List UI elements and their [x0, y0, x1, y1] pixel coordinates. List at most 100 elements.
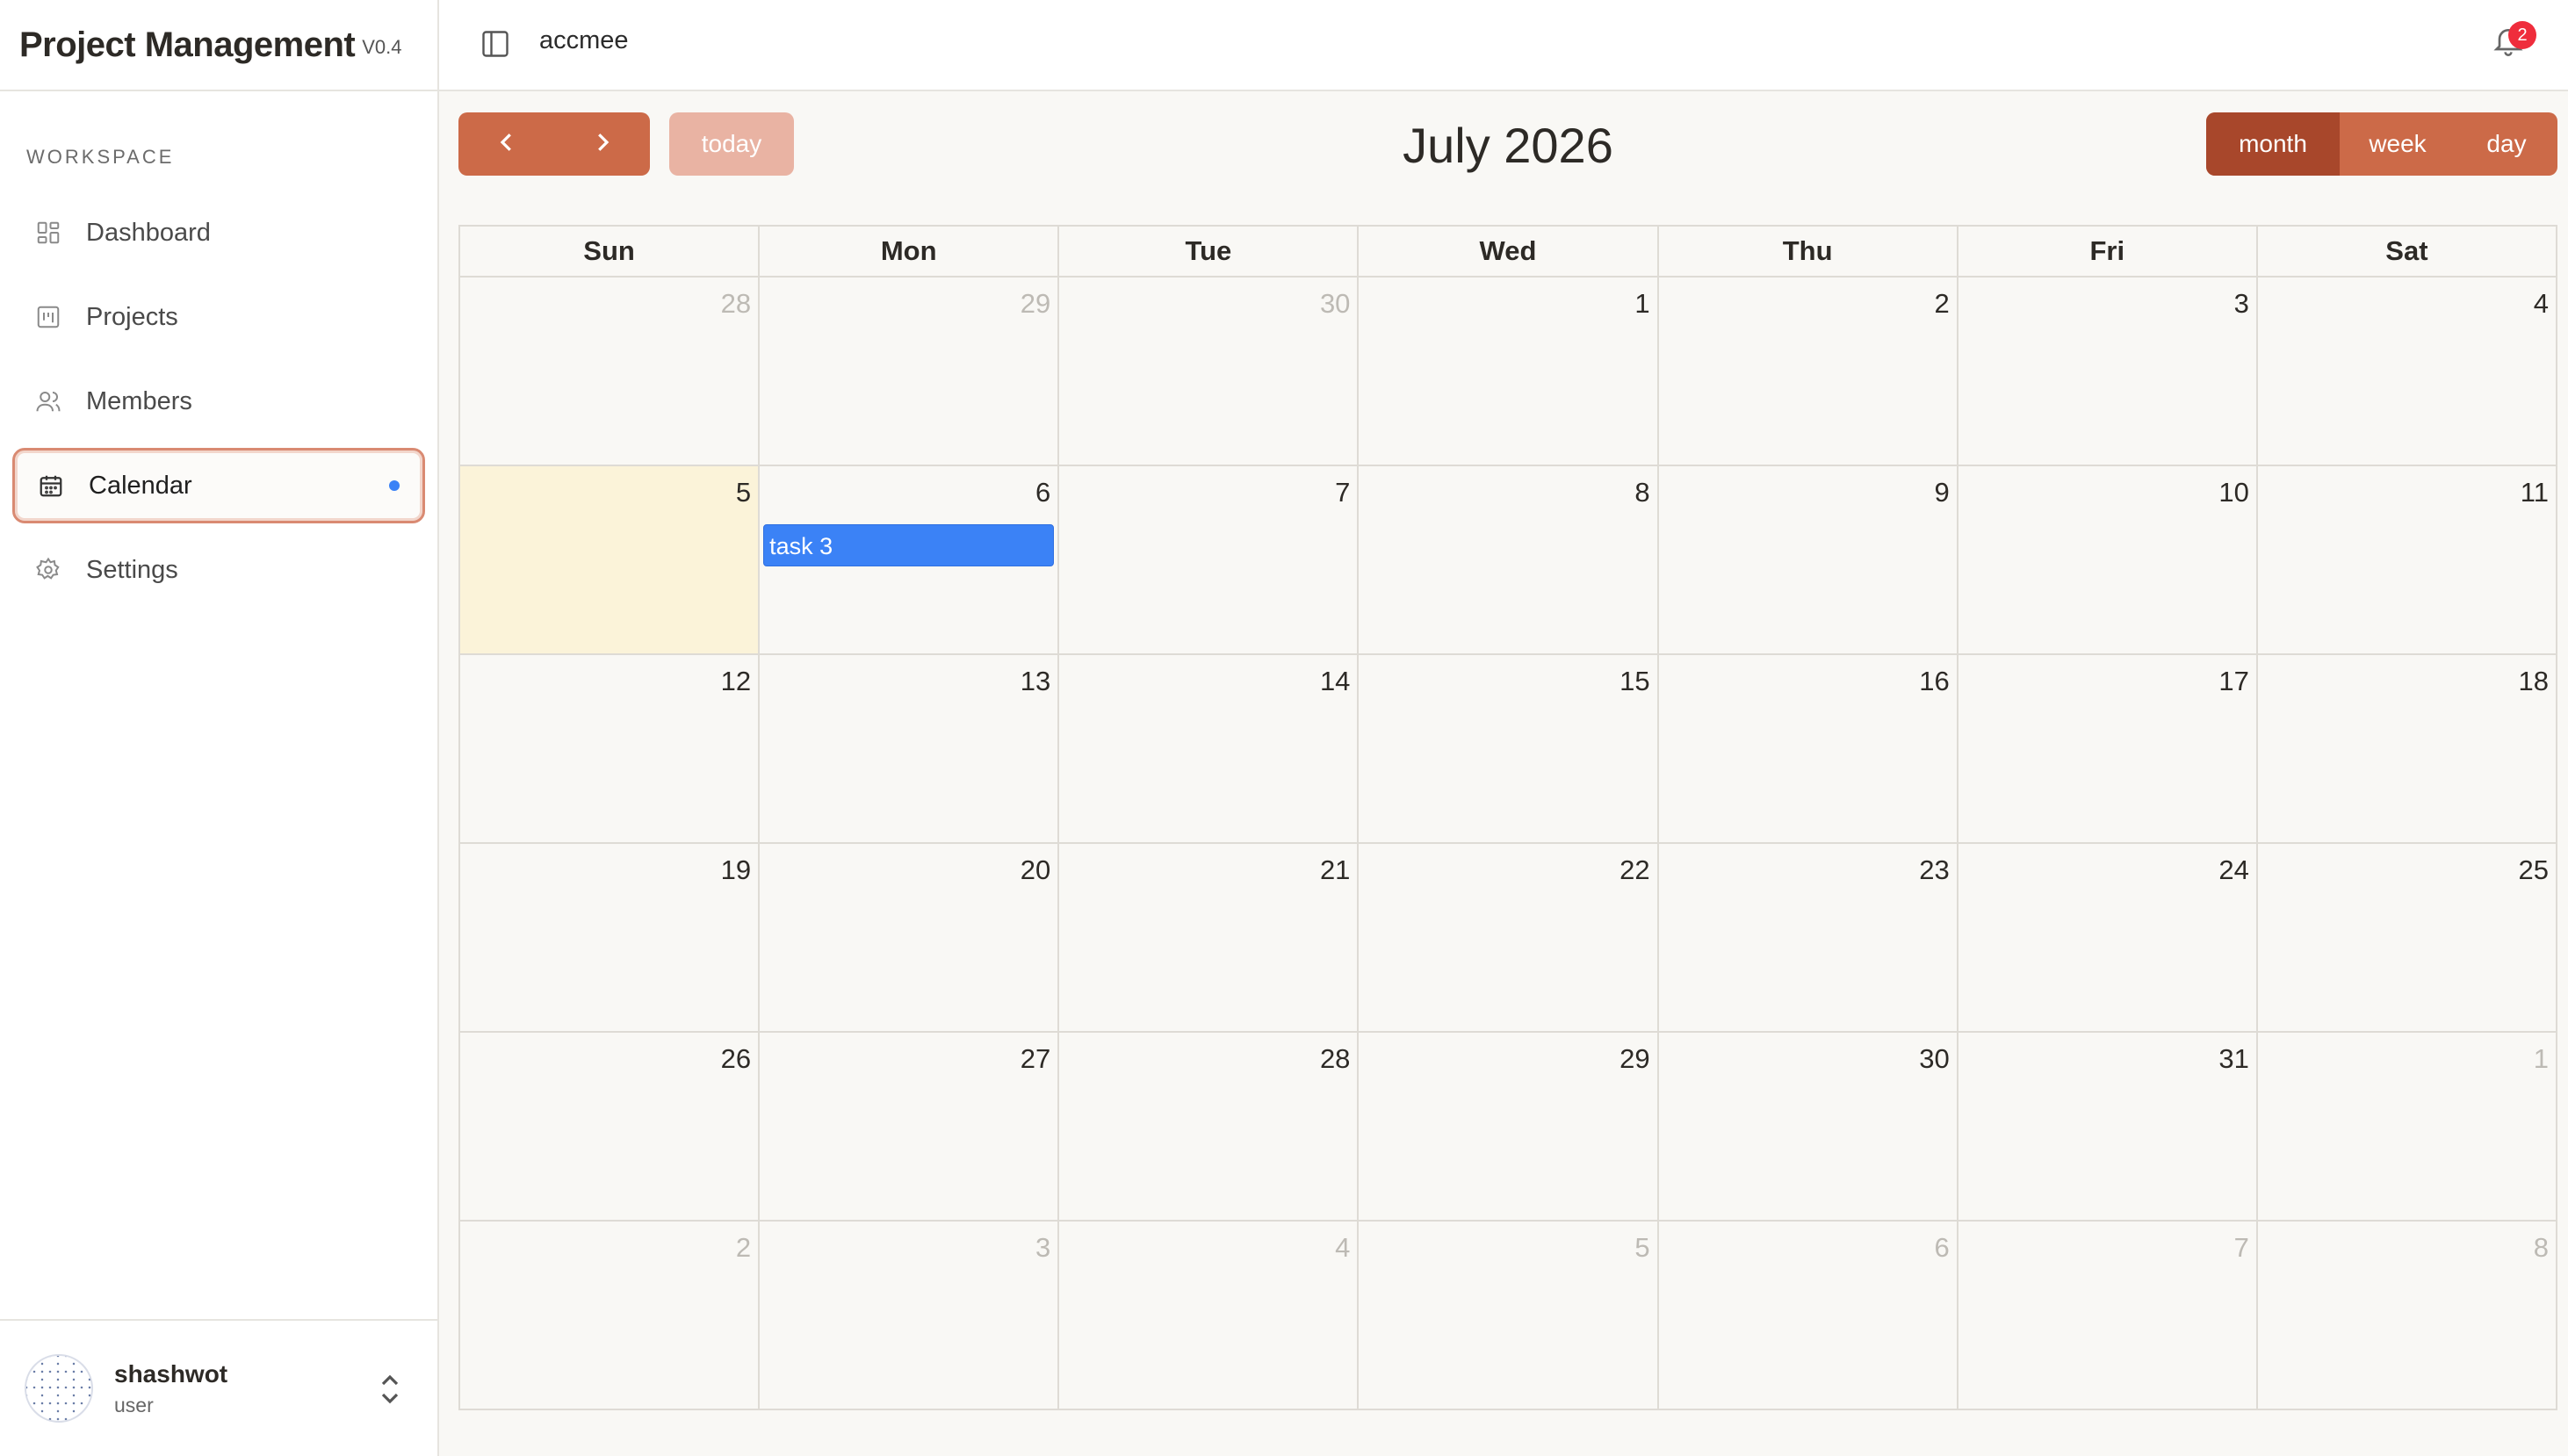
calendar-month-grid: Sun Mon Tue Wed Thu Fri Sat 28 29 30 1 2… — [458, 225, 2557, 1410]
week-row: 28 29 30 1 2 3 4 — [460, 278, 2556, 466]
week-row: 12 13 14 15 16 17 18 — [460, 655, 2556, 844]
day-cell[interactable]: 15 — [1359, 655, 1659, 842]
day-cell[interactable]: 3 — [760, 1222, 1060, 1410]
day-cell[interactable]: 11 — [2258, 466, 2556, 653]
day-number: 10 — [2218, 477, 2249, 508]
sidebar-item-label: Settings — [86, 555, 178, 584]
next-button[interactable] — [554, 112, 650, 176]
weekday-header: Thu — [1659, 227, 1958, 276]
day-number: 5 — [1634, 1232, 1650, 1263]
day-cell[interactable]: 4 — [1059, 1222, 1360, 1410]
day-number: 15 — [1619, 666, 1650, 696]
day-cell[interactable]: 27 — [760, 1033, 1060, 1220]
user-role: user — [114, 1393, 154, 1416]
day-number: 11 — [2520, 477, 2549, 508]
today-button[interactable]: today — [669, 112, 794, 176]
day-number: 25 — [2518, 854, 2549, 885]
day-cell[interactable]: 28 — [1059, 1033, 1360, 1220]
week-row: 2 3 4 5 6 7 8 — [460, 1222, 2556, 1410]
sidebar-toggle-icon[interactable] — [480, 28, 511, 60]
day-cell[interactable]: 8 — [2258, 1222, 2556, 1410]
day-cell[interactable]: 10 — [1958, 466, 2258, 653]
day-cell[interactable]: 7 — [1958, 1222, 2258, 1410]
day-cell[interactable]: 16 — [1659, 655, 1958, 842]
day-cell[interactable]: 28 — [460, 278, 761, 465]
day-number: 28 — [1319, 1043, 1351, 1074]
day-cell[interactable]: 31 — [1958, 1033, 2258, 1220]
day-cell[interactable]: 12 — [460, 655, 761, 842]
view-day-button[interactable]: day — [2456, 112, 2557, 176]
calendar-icon — [38, 472, 64, 499]
sidebar-item-label: Dashboard — [86, 218, 211, 247]
day-number: 6 — [1035, 477, 1051, 508]
day-cell[interactable]: 20 — [760, 844, 1060, 1031]
active-indicator-dot — [389, 480, 400, 491]
sidebar-item-settings[interactable]: Settings — [12, 532, 425, 608]
day-number: 27 — [1020, 1043, 1051, 1074]
day-number: 5 — [735, 477, 752, 508]
day-cell[interactable]: 5 — [1359, 1222, 1659, 1410]
day-cell[interactable]: 8 — [1359, 466, 1659, 653]
day-cell[interactable]: 29 — [1359, 1033, 1659, 1220]
prev-button[interactable] — [458, 112, 554, 176]
day-cell[interactable]: 4 — [2258, 278, 2556, 465]
calendar-toolbar: July 2026 today month week day — [458, 112, 2557, 177]
weekday-header: Wed — [1359, 227, 1659, 276]
user-info: shashwot user — [114, 1360, 227, 1417]
day-cell[interactable]: 21 — [1059, 844, 1360, 1031]
sidebar-item-label: Projects — [86, 302, 178, 331]
sidebar-item-projects[interactable]: Projects — [12, 279, 425, 355]
sidebar-item-calendar[interactable]: Calendar — [12, 448, 425, 523]
day-cell[interactable]: 9 — [1659, 466, 1958, 653]
user-menu[interactable]: shashwot user — [0, 1319, 437, 1456]
day-cell[interactable]: 3 — [1958, 278, 2258, 465]
day-number: 7 — [2233, 1232, 2249, 1263]
users-icon — [35, 388, 61, 414]
day-cell[interactable]: 30 — [1059, 278, 1360, 465]
day-cell-today[interactable]: 5 — [460, 466, 761, 653]
chevron-up-down-icon[interactable] — [378, 1372, 402, 1411]
day-number: 2 — [735, 1232, 752, 1263]
day-number: 1 — [1634, 288, 1650, 319]
topbar: accmee 2 — [439, 0, 2568, 91]
main-content: accmee 2 July 2026 today month week day … — [439, 0, 2568, 1456]
day-cell[interactable]: 1 — [2258, 1033, 2556, 1220]
day-cell[interactable]: 23 — [1659, 844, 1958, 1031]
day-cell[interactable]: 2 — [1659, 278, 1958, 465]
day-cell[interactable]: 17 — [1958, 655, 2258, 842]
day-cell[interactable]: 6 task 3 — [760, 466, 1060, 653]
day-number: 8 — [2533, 1232, 2549, 1263]
day-cell[interactable]: 2 — [460, 1222, 761, 1410]
workspace-section-label: WORKSPACE — [26, 146, 175, 168]
sidebar: Project Management V0.4 WORKSPACE Dashbo… — [0, 0, 439, 1456]
calendar-event[interactable]: task 3 — [763, 524, 1055, 566]
day-cell[interactable]: 29 — [760, 278, 1060, 465]
day-cell[interactable]: 24 — [1958, 844, 2258, 1031]
workspace-name: accmee — [539, 26, 629, 54]
day-cell[interactable]: 19 — [460, 844, 761, 1031]
sidebar-item-dashboard[interactable]: Dashboard — [12, 195, 425, 270]
sidebar-item-members[interactable]: Members — [12, 364, 425, 439]
day-number: 1 — [2533, 1043, 2549, 1074]
day-cell[interactable]: 6 — [1659, 1222, 1958, 1410]
day-cell[interactable]: 14 — [1059, 655, 1360, 842]
day-number: 3 — [1035, 1232, 1051, 1263]
day-cell[interactable]: 30 — [1659, 1033, 1958, 1220]
day-cell[interactable]: 18 — [2258, 655, 2556, 842]
day-cell[interactable]: 13 — [760, 655, 1060, 842]
day-number: 4 — [1335, 1232, 1351, 1263]
day-cell[interactable]: 26 — [460, 1033, 761, 1220]
sidebar-nav: Dashboard Projects Members Calendar Sett… — [0, 186, 437, 616]
day-cell[interactable]: 1 — [1359, 278, 1659, 465]
day-number: 4 — [2533, 288, 2549, 319]
view-week-button[interactable]: week — [2340, 112, 2456, 176]
user-name: shashwot — [114, 1359, 228, 1388]
view-month-button[interactable]: month — [2206, 112, 2340, 176]
day-cell[interactable]: 22 — [1359, 844, 1659, 1031]
day-cell[interactable]: 7 — [1059, 466, 1360, 653]
notification-badge: 2 — [2508, 21, 2536, 49]
day-cell[interactable]: 25 — [2258, 844, 2556, 1031]
day-number: 31 — [2218, 1043, 2249, 1074]
chevron-right-icon — [589, 129, 616, 160]
day-number: 2 — [1934, 288, 1950, 319]
